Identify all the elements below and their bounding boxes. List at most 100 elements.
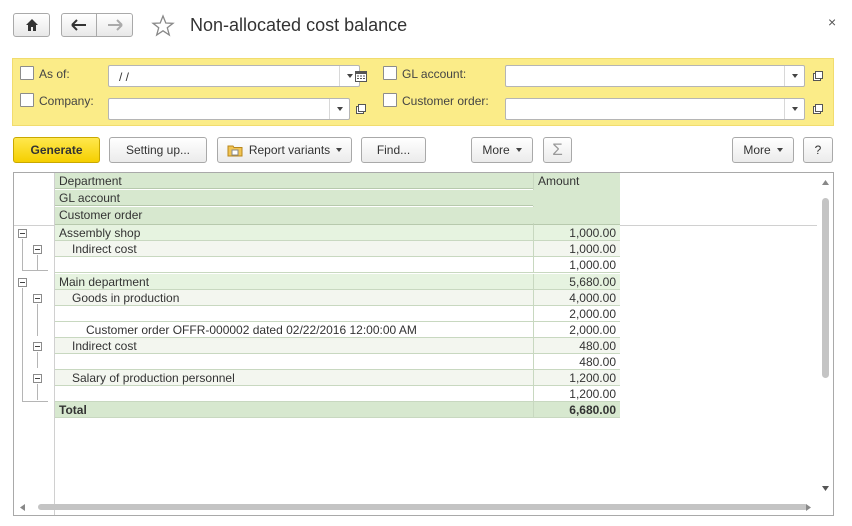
as-of-value: / / [119,70,130,84]
collapse-icon[interactable] [33,342,42,351]
group-line [37,384,38,400]
forward-button[interactable] [96,13,133,37]
company-checkbox[interactable] [20,93,34,107]
customer-order-open-button[interactable] [808,98,828,120]
company-field[interactable] [108,98,350,120]
row-label: Assembly shop [55,225,533,241]
sum-button[interactable]: Σ [543,137,572,163]
table-row[interactable]: Indirect cost 1,000.00 [55,241,620,257]
close-icon[interactable]: × [828,14,836,30]
open-window-icon [813,71,823,81]
vertical-scrollbar[interactable] [819,178,831,494]
table-row[interactable]: 1,000.00 [55,257,620,273]
collapse-icon[interactable] [33,245,42,254]
calendar-icon [355,70,367,82]
table-row[interactable]: Salary of production personnel 1,200.00 [55,370,620,386]
row-amount: 480.00 [533,354,620,370]
folder-icon [227,145,243,156]
generate-label: Generate [30,143,83,157]
report-variants-button[interactable]: Report variants [217,137,352,163]
chevron-down-icon [776,148,783,152]
table-header-row: Department Amount [55,173,620,225]
open-window-icon [356,104,366,114]
find-button[interactable]: Find... [361,137,426,163]
company-dropdown[interactable] [329,99,349,119]
customer-order-field[interactable] [505,98,805,120]
row-amount: 4,000.00 [533,290,620,306]
collapse-icon[interactable] [18,229,27,238]
vertical-scroll-thumb[interactable] [822,198,829,378]
row-label: Main department [55,274,533,290]
scroll-right-icon[interactable] [806,504,811,511]
more-button-left[interactable]: More [471,137,533,163]
page-title: Non-allocated cost balance [190,15,408,35]
setting-up-button[interactable]: Setting up... [109,137,207,163]
gl-account-label: GL account: [402,67,467,81]
scroll-down-icon[interactable] [822,486,829,491]
row-amount: 1,200.00 [533,370,620,386]
gl-account-open-button[interactable] [808,65,828,87]
help-button[interactable]: ? [803,137,833,163]
table-header-row: GL account [55,190,620,206]
find-label: Find... [376,143,411,157]
as-of-checkbox[interactable] [20,66,34,80]
table-row[interactable]: Main department 5,680.00 [55,274,620,290]
chevron-down-icon [336,107,343,111]
table-row[interactable]: 1,200.00 [55,386,620,402]
filter-panel: As of: / / Company: GL account: Customer… [12,58,834,126]
table-row[interactable]: Customer order OFFR-000002 dated 02/22/2… [55,322,620,338]
open-window-icon [813,104,823,114]
row-label [55,257,533,273]
more-button-right[interactable]: More [732,137,794,163]
row-label: Goods in production [55,290,533,306]
row-label: Customer order OFFR-000002 dated 02/22/2… [55,322,533,338]
gl-account-checkbox[interactable] [383,66,397,80]
total-amount: 6,680.00 [533,402,620,418]
chevron-down-icon [791,74,798,78]
generate-button[interactable]: Generate [13,137,100,163]
as-of-field[interactable]: / / [108,65,360,87]
company-label: Company: [39,94,94,108]
total-label: Total [55,402,533,418]
row-label [55,354,533,370]
as-of-label: As of: [39,67,70,81]
scroll-left-icon[interactable] [20,504,25,511]
calendar-button[interactable] [351,65,371,87]
gl-account-field[interactable] [505,65,805,87]
scroll-up-icon[interactable] [822,180,829,185]
horizontal-scroll-thumb[interactable] [38,504,808,510]
table-row[interactable]: 480.00 [55,354,620,370]
row-amount: 2,000.00 [533,306,620,322]
home-icon [25,19,38,31]
collapse-icon[interactable] [33,294,42,303]
customer-order-dropdown[interactable] [784,99,804,119]
table-row[interactable]: 2,000.00 [55,306,620,322]
sigma-icon: Σ [552,140,563,159]
horizontal-scrollbar[interactable] [20,501,820,513]
chevron-down-icon [515,148,522,152]
home-button[interactable] [13,13,50,37]
favorite-star-icon[interactable] [151,14,175,38]
gl-account-dropdown[interactable] [784,66,804,86]
group-line [37,304,38,336]
row-label: Indirect cost [55,338,533,354]
table-row[interactable]: Indirect cost 480.00 [55,338,620,354]
collapse-icon[interactable] [33,374,42,383]
row-amount: 1,000.00 [533,225,620,241]
row-label [55,386,533,402]
row-amount: 5,680.00 [533,274,620,290]
customer-order-checkbox[interactable] [383,93,397,107]
arrow-left-icon [71,19,86,31]
row-label: Salary of production personnel [55,370,533,386]
total-row[interactable]: Total 6,680.00 [55,402,620,418]
table-row[interactable]: Goods in production 4,000.00 [55,290,620,306]
table-row[interactable]: Assembly shop 1,000.00 [55,225,620,241]
collapse-icon[interactable] [18,278,27,287]
more-right-label: More [743,143,771,157]
group-line [22,270,48,271]
back-button[interactable] [61,13,97,37]
row-amount: 480.00 [533,338,620,354]
company-open-button[interactable] [351,98,371,120]
row-amount: 1,000.00 [533,241,620,257]
row-amount: 1,200.00 [533,386,620,402]
